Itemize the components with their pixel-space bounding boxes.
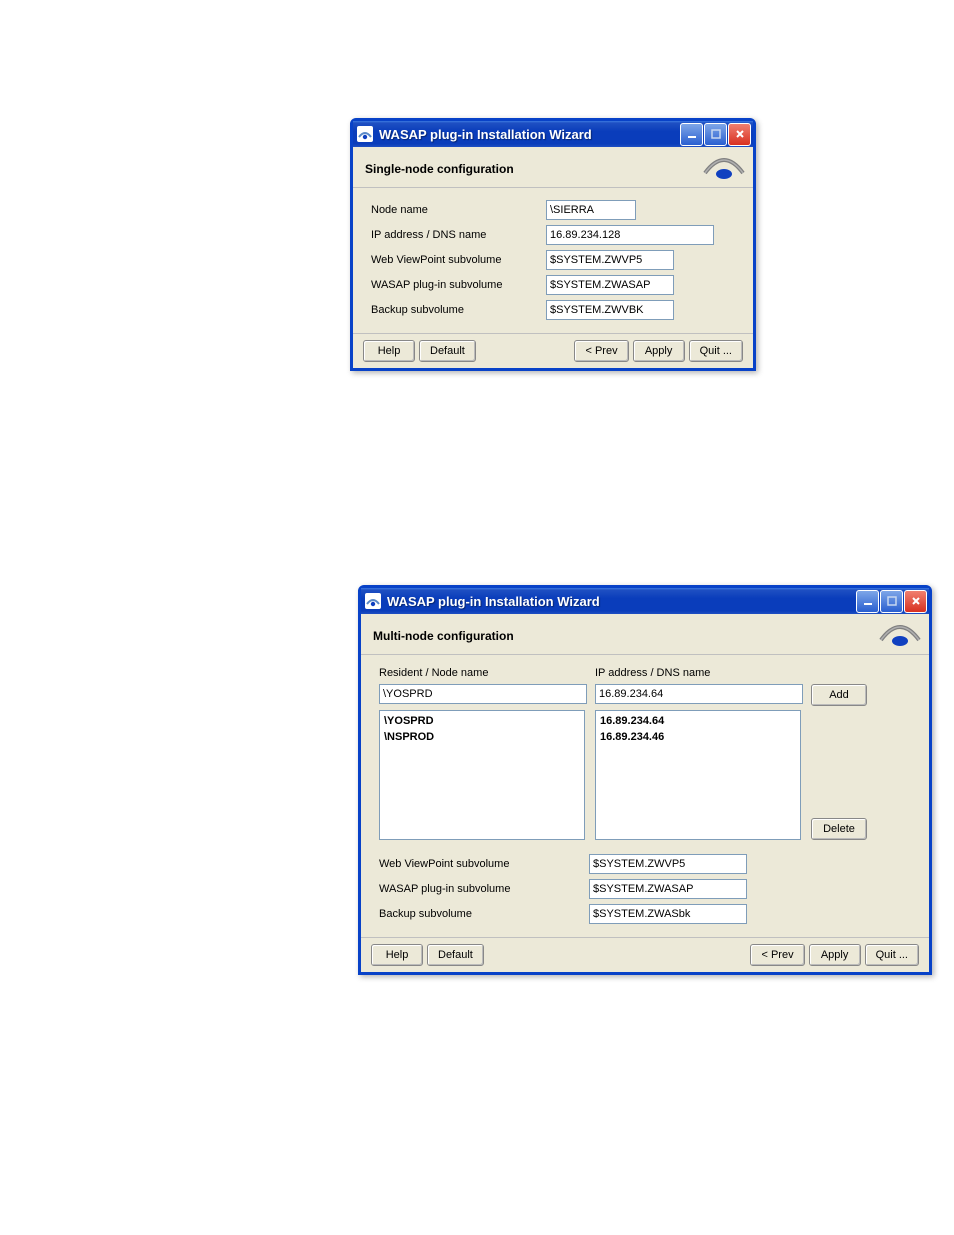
ip-input[interactable] <box>595 684 803 704</box>
wasap-label: WASAP plug-in subvolume <box>371 279 546 291</box>
backup-label: Backup subvolume <box>371 304 546 316</box>
backup-input[interactable] <box>589 904 747 924</box>
header-title: Single-node configuration <box>365 162 514 176</box>
add-button[interactable]: Add <box>811 684 867 706</box>
wvp-input[interactable] <box>546 250 674 270</box>
prev-button[interactable]: < Prev <box>574 340 628 362</box>
ip-label: IP address / DNS name <box>595 667 805 679</box>
header-logo-icon <box>875 616 925 649</box>
wasap-label: WASAP plug-in subvolume <box>379 883 589 895</box>
node-listbox[interactable]: \YOSPRD\NSPROD <box>379 710 585 840</box>
window-title: WASAP plug-in Installation Wizard <box>379 127 680 142</box>
resident-label: Resident / Node name <box>379 667 589 679</box>
form-content: Node name IP address / DNS name Web View… <box>353 188 753 334</box>
list-item[interactable]: \YOSPRD <box>384 713 580 729</box>
titlebar[interactable]: WASAP plug-in Installation Wizard <box>353 121 753 147</box>
help-button[interactable]: Help <box>371 944 423 966</box>
list-item[interactable]: 16.89.234.64 <box>600 713 796 729</box>
ip-listbox[interactable]: 16.89.234.6416.89.234.46 <box>595 710 801 840</box>
app-icon <box>357 126 373 142</box>
wvp-label: Web ViewPoint subvolume <box>371 254 546 266</box>
titlebar[interactable]: WASAP plug-in Installation Wizard <box>361 588 929 614</box>
window-title: WASAP plug-in Installation Wizard <box>387 594 856 609</box>
dialog-header: Multi-node configuration <box>361 614 929 655</box>
maximize-button[interactable] <box>704 123 727 146</box>
button-bar: Help Default < Prev Apply Quit ... <box>353 334 753 368</box>
single-node-dialog: WASAP plug-in Installation Wizard Single… <box>350 118 756 371</box>
ip-label: IP address / DNS name <box>371 229 546 241</box>
list-item[interactable]: 16.89.234.46 <box>600 729 796 745</box>
default-button[interactable]: Default <box>427 944 484 966</box>
wasap-input[interactable] <box>546 275 674 295</box>
help-button[interactable]: Help <box>363 340 415 362</box>
dialog-header: Single-node configuration <box>353 147 753 188</box>
close-button[interactable] <box>904 590 927 613</box>
wasap-input[interactable] <box>589 879 747 899</box>
apply-button[interactable]: Apply <box>633 340 685 362</box>
node-name-label: Node name <box>371 204 546 216</box>
backup-input[interactable] <box>546 300 674 320</box>
app-icon <box>365 593 381 609</box>
window-controls <box>680 123 751 146</box>
quit-button[interactable]: Quit ... <box>689 340 743 362</box>
multi-node-dialog: WASAP plug-in Installation Wizard Multi-… <box>358 585 932 975</box>
minimize-button[interactable] <box>680 123 703 146</box>
default-button[interactable]: Default <box>419 340 476 362</box>
ip-input[interactable] <box>546 225 714 245</box>
wvp-input[interactable] <box>589 854 747 874</box>
prev-button[interactable]: < Prev <box>750 944 804 966</box>
quit-button[interactable]: Quit ... <box>865 944 919 966</box>
backup-label: Backup subvolume <box>379 908 589 920</box>
delete-button[interactable]: Delete <box>811 818 867 840</box>
maximize-button[interactable] <box>880 590 903 613</box>
minimize-button[interactable] <box>856 590 879 613</box>
close-button[interactable] <box>728 123 751 146</box>
wvp-label: Web ViewPoint subvolume <box>379 858 589 870</box>
header-logo-icon <box>699 149 749 182</box>
apply-button[interactable]: Apply <box>809 944 861 966</box>
header-title: Multi-node configuration <box>373 629 514 643</box>
list-item[interactable]: \NSPROD <box>384 729 580 745</box>
resident-input[interactable] <box>379 684 587 704</box>
window-controls <box>856 590 927 613</box>
form-content: Resident / Node name IP address / DNS na… <box>361 655 929 938</box>
node-name-input[interactable] <box>546 200 636 220</box>
button-bar: Help Default < Prev Apply Quit ... <box>361 938 929 972</box>
